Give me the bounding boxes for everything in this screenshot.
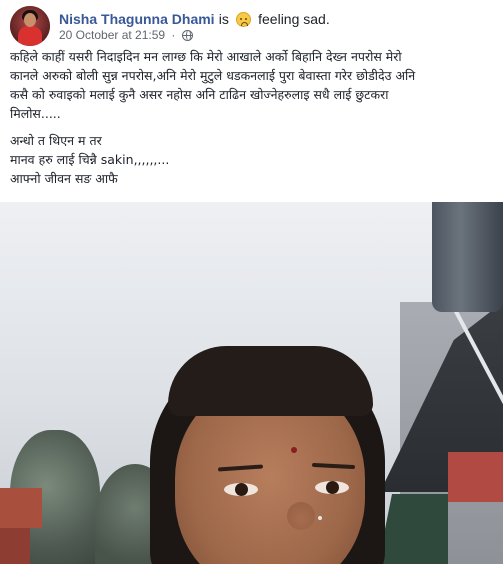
nose	[287, 502, 315, 530]
person-hair-top	[168, 346, 373, 416]
post-header: Nisha Thagunna Dhami is feeling sad. 20 …	[10, 6, 500, 46]
globe-icon[interactable]	[181, 30, 193, 41]
building-roof	[0, 528, 30, 564]
post-line: आफ्नो जीवन सङ आफै	[10, 171, 118, 186]
author-name-link[interactable]: Nisha Thagunna Dhami	[59, 11, 215, 27]
post-line: अन्धो त थिएन म तर	[10, 133, 102, 148]
is-text: is	[218, 11, 229, 27]
nose-stud	[318, 516, 322, 520]
meta-separator: ·	[171, 28, 176, 42]
post-line: मानव हरु लाई चिन्नै sakin,,,,,,...	[10, 152, 170, 167]
author-line: Nisha Thagunna Dhami is feeling sad.	[59, 9, 330, 29]
post-timestamp[interactable]: 20 October at 21:59	[59, 28, 165, 42]
post-line: कसै को रुवाइको मलाई कुनै असर नहोस अनि टा…	[10, 87, 389, 102]
building-panel	[448, 452, 503, 502]
author-avatar[interactable]	[10, 6, 50, 46]
post-paragraph: अन्धो त थिएन म तर मानव हरु लाई चिन्नै sa…	[10, 131, 495, 188]
feeling-text: feeling sad.	[258, 11, 330, 27]
facebook-post: Nisha Thagunna Dhami is feeling sad. 20 …	[0, 0, 503, 564]
water-tank	[432, 202, 503, 312]
post-line: मिलोस.....	[10, 106, 61, 121]
post-line: कहिले काहीं यसरी निदाइदिन मन लाग्छ कि मे…	[10, 49, 402, 64]
post-body: कहिले काहीं यसरी निदाइदिन मन लाग्छ कि मे…	[10, 47, 495, 192]
post-photo[interactable]	[0, 202, 503, 564]
eye-right	[315, 481, 349, 494]
post-line: कानले अरुको बोली सुन्न नपरोस,अनि मेरो मु…	[10, 68, 416, 83]
building-roof	[0, 488, 42, 528]
bindi	[291, 447, 297, 453]
post-meta: 20 October at 21:59 ·	[59, 28, 193, 42]
sad-emoji-icon	[235, 12, 251, 27]
eye-left	[224, 483, 258, 496]
post-paragraph: कहिले काहीं यसरी निदाइदिन मन लाग्छ कि मे…	[10, 47, 495, 123]
